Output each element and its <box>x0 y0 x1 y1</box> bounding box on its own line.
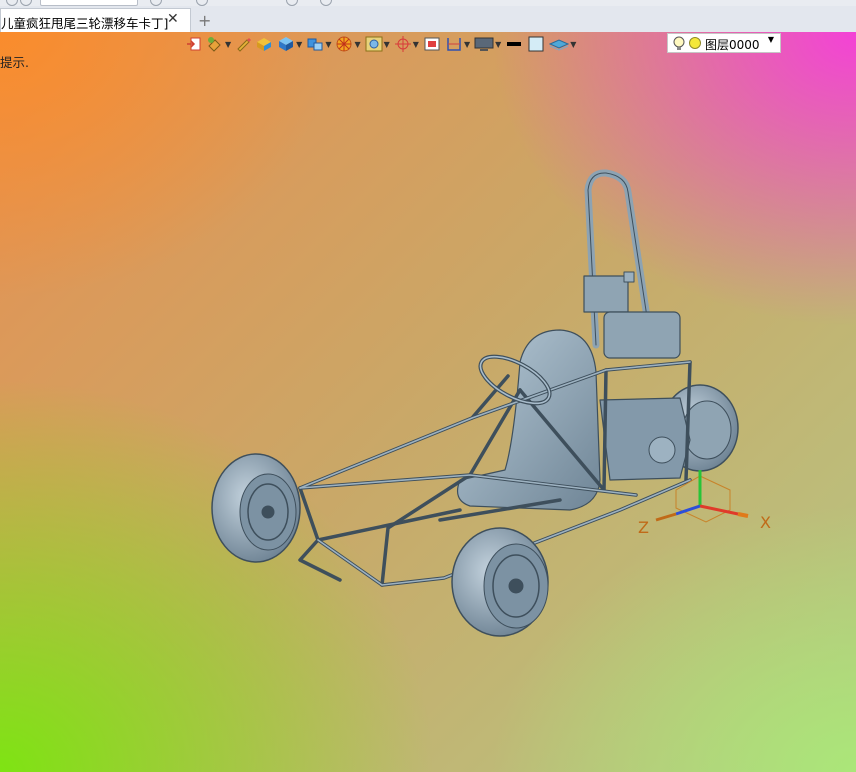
3d-viewport[interactable]: 提示. ▼ ▼ ▼ ▼ ▼ ▼ ▼ ▼ ▼ 图层0000 ▼ X Z <box>0 32 856 772</box>
kart-model[interactable]: X Z <box>0 32 856 772</box>
front-right-wheel <box>451 527 549 637</box>
axis-z-label: Z <box>638 518 649 537</box>
axis-x-label: X <box>760 513 771 532</box>
document-tab-bar: 儿童疯狂甩尾三轮漂移车卡丁] ✕ + <box>0 6 856 33</box>
document-tab[interactable]: 儿童疯狂甩尾三轮漂移车卡丁] ✕ <box>0 8 191 32</box>
axis-triad: X Z <box>638 470 771 537</box>
tab-title: 儿童疯狂甩尾三轮漂移车卡丁] <box>1 16 169 31</box>
close-icon[interactable]: ✕ <box>167 11 179 27</box>
front-left-wheel <box>211 453 301 563</box>
new-tab-button[interactable]: + <box>198 11 211 30</box>
